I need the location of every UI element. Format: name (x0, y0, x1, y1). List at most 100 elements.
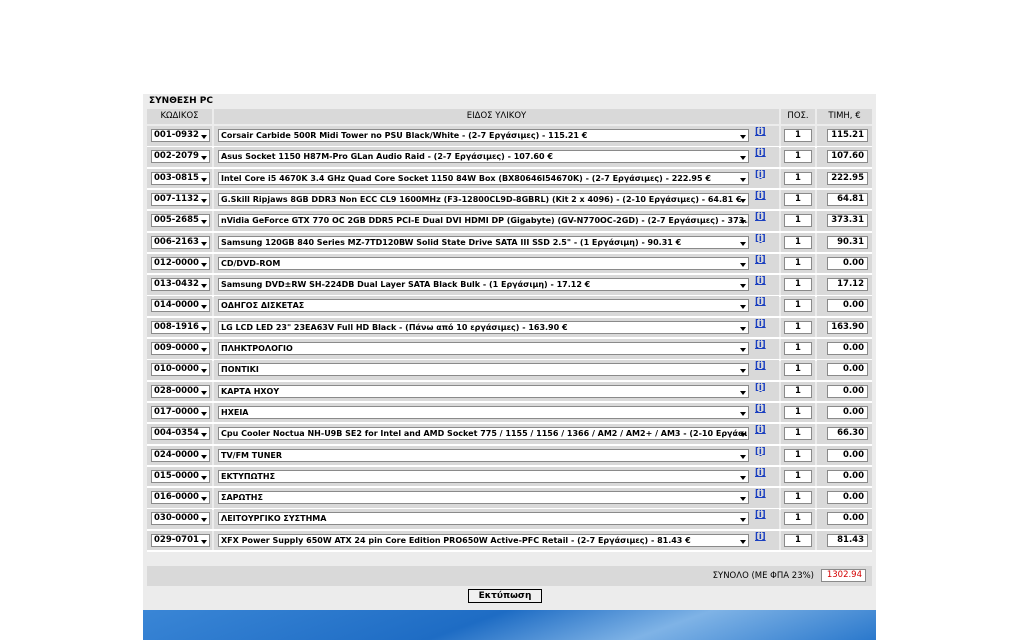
code-select[interactable]: 030-0000 (151, 512, 210, 526)
quantity-input[interactable]: 1 (784, 129, 812, 142)
quantity-input[interactable]: 1 (784, 278, 812, 292)
quantity-input[interactable]: 1 (784, 491, 812, 505)
chevron-down-icon[interactable] (740, 518, 746, 523)
chevron-down-icon[interactable] (740, 156, 746, 161)
code-select[interactable]: 009-0000 (151, 342, 210, 355)
quantity-input[interactable]: 1 (784, 256, 812, 270)
info-icon[interactable]: [i] (755, 255, 766, 265)
quantity-input[interactable]: 1 (784, 469, 812, 483)
item-select[interactable]: Intel Core i5 4670K 3.4 GHz Quad Core So… (218, 171, 749, 185)
code-select[interactable]: 016-0000 (151, 491, 210, 505)
item-select[interactable]: ΗΧΕΙΑ (218, 405, 749, 419)
quantity-input[interactable]: 1 (784, 405, 812, 419)
info-icon[interactable]: [i] (755, 404, 766, 414)
item-select[interactable]: Samsung 120GB 840 Series MZ-7TD120BW Sol… (218, 235, 749, 249)
item-select[interactable]: Cpu Cooler Noctua NH-U9B SE2 for Intel a… (218, 427, 749, 441)
quantity-input[interactable]: 1 (784, 150, 812, 164)
quantity-input[interactable]: 1 (784, 342, 812, 355)
chevron-down-icon[interactable] (740, 348, 746, 352)
code-select[interactable]: 012-0000 (151, 256, 210, 270)
info-icon[interactable]: [i] (755, 383, 766, 393)
item-select[interactable]: ΕΚΤΥΠΩΤΗΣ (218, 469, 749, 483)
item-select[interactable]: ΛΕΙΤΟΥΡΓΙΚΟ ΣΥΣΤΗΜΑ (218, 512, 749, 526)
info-icon[interactable]: [i] (755, 447, 766, 457)
item-select[interactable]: XFX Power Supply 650W ATX 24 pin Core Ed… (218, 533, 749, 547)
chevron-down-icon[interactable] (740, 177, 746, 182)
quantity-input[interactable]: 1 (784, 512, 812, 526)
quantity-input[interactable]: 1 (784, 214, 812, 228)
code-select[interactable]: 013-0432 (151, 278, 210, 292)
info-icon[interactable]: [i] (755, 489, 766, 499)
chevron-down-icon[interactable] (201, 390, 207, 395)
quantity-input[interactable]: 1 (784, 320, 812, 334)
chevron-down-icon[interactable] (201, 241, 207, 246)
code-select[interactable]: 006-2163 (151, 235, 210, 249)
chevron-down-icon[interactable] (740, 454, 746, 459)
chevron-down-icon[interactable] (740, 198, 746, 203)
info-icon[interactable]: [i] (755, 212, 766, 222)
item-select[interactable]: ΚΑΡΤΑ ΗΧΟΥ (218, 384, 749, 398)
chevron-down-icon[interactable] (740, 241, 746, 246)
chevron-down-icon[interactable] (201, 156, 207, 161)
code-select[interactable]: 029-0701 (151, 533, 210, 547)
item-select[interactable]: ΟΔΗΓΟΣ ΔΙΣΚΕΤΑΣ (218, 299, 749, 313)
code-select[interactable]: 024-0000 (151, 448, 210, 462)
chevron-down-icon[interactable] (740, 284, 746, 289)
chevron-down-icon[interactable] (201, 518, 207, 523)
quantity-input[interactable]: 1 (784, 533, 812, 547)
chevron-down-icon[interactable] (740, 411, 746, 416)
info-icon[interactable]: [i] (755, 510, 766, 520)
info-icon[interactable]: [i] (755, 340, 766, 350)
code-select[interactable]: 017-0000 (151, 405, 210, 419)
info-icon[interactable]: [i] (755, 170, 766, 180)
info-icon[interactable]: [i] (755, 297, 766, 307)
info-icon[interactable]: [i] (755, 148, 766, 158)
item-select[interactable]: CD/DVD-ROM (218, 256, 749, 270)
chevron-down-icon[interactable] (740, 539, 746, 544)
info-icon[interactable]: [i] (755, 425, 766, 435)
code-select[interactable]: 028-0000 (151, 384, 210, 398)
item-select[interactable]: G.Skill Ripjaws 8GB DDR3 Non ECC CL9 160… (218, 192, 749, 206)
info-icon[interactable]: [i] (755, 127, 766, 137)
chevron-down-icon[interactable] (740, 135, 746, 139)
quantity-input[interactable]: 1 (784, 427, 812, 441)
chevron-down-icon[interactable] (740, 220, 746, 225)
chevron-down-icon[interactable] (201, 475, 207, 480)
chevron-down-icon[interactable] (201, 305, 207, 310)
chevron-down-icon[interactable] (201, 539, 207, 544)
chevron-down-icon[interactable] (201, 454, 207, 459)
code-select[interactable]: 004-0354 (151, 427, 210, 441)
quantity-input[interactable]: 1 (784, 192, 812, 206)
code-select[interactable]: 005-2685 (151, 214, 210, 228)
item-select[interactable]: ΠΛΗΚΤΡΟΛΟΓΙΟ (218, 342, 749, 355)
quantity-input[interactable]: 1 (784, 299, 812, 313)
chevron-down-icon[interactable] (201, 497, 207, 502)
chevron-down-icon[interactable] (740, 326, 746, 331)
chevron-down-icon[interactable] (740, 390, 746, 395)
info-icon[interactable]: [i] (755, 361, 766, 371)
code-select[interactable]: 010-0000 (151, 363, 210, 377)
item-select[interactable]: Samsung DVD±RW SH-224DB Dual Layer SATA … (218, 278, 749, 292)
chevron-down-icon[interactable] (201, 262, 207, 267)
chevron-down-icon[interactable] (201, 326, 207, 331)
item-select[interactable]: LG LCD LED 23" 23EA63V Full HD Black - (… (218, 320, 749, 334)
chevron-down-icon[interactable] (201, 135, 207, 139)
chevron-down-icon[interactable] (740, 305, 746, 310)
item-select[interactable]: nVidia GeForce GTX 770 OC 2GB DDR5 PCI-E… (218, 214, 749, 228)
quantity-input[interactable]: 1 (784, 363, 812, 377)
code-select[interactable]: 014-0000 (151, 299, 210, 313)
chevron-down-icon[interactable] (740, 475, 746, 480)
chevron-down-icon[interactable] (201, 369, 207, 374)
info-icon[interactable]: [i] (755, 191, 766, 201)
chevron-down-icon[interactable] (201, 433, 207, 438)
print-button[interactable]: Εκτύπωση (468, 589, 542, 603)
info-icon[interactable]: [i] (755, 468, 766, 478)
chevron-down-icon[interactable] (201, 284, 207, 289)
info-icon[interactable]: [i] (755, 532, 766, 542)
chevron-down-icon[interactable] (740, 262, 746, 267)
info-icon[interactable]: [i] (755, 319, 766, 329)
code-select[interactable]: 008-1916 (151, 320, 210, 334)
code-select[interactable]: 002-2079 (151, 150, 210, 164)
chevron-down-icon[interactable] (201, 198, 207, 203)
code-select[interactable]: 015-0000 (151, 469, 210, 483)
